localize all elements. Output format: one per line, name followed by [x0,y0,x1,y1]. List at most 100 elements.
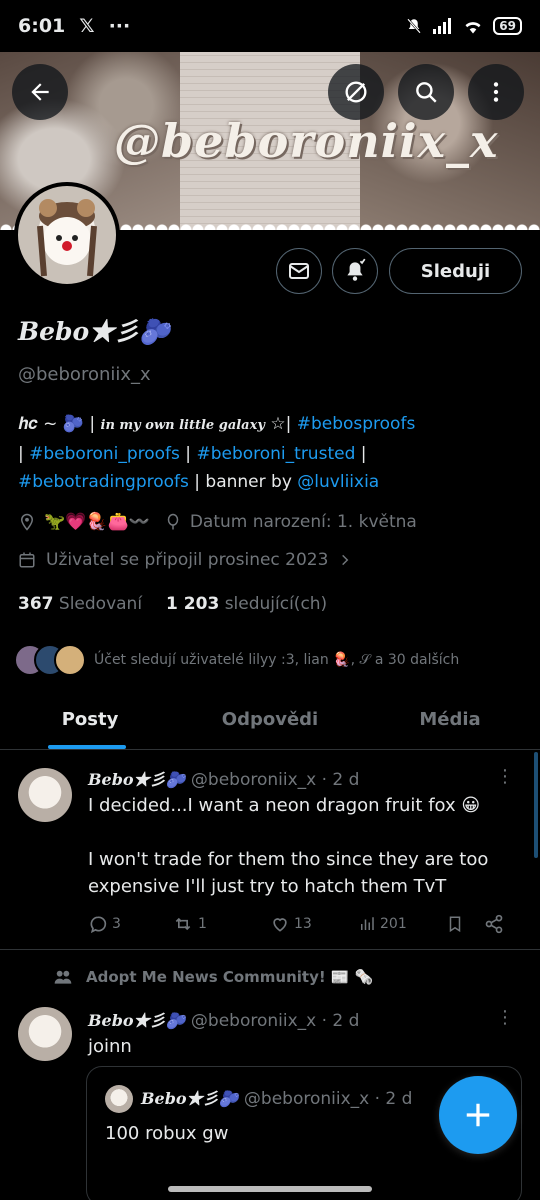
bio-separator: | [355,444,367,464]
bell-plus-icon [347,258,366,281]
display-name: 𝑩𝒆𝒃𝒐★彡🫐 [18,317,171,346]
avatar-art [37,199,97,277]
tab-label: Média [419,709,481,730]
search-button[interactable] [398,64,454,120]
battery-icon: 69 [493,17,522,35]
mention-link[interactable]: @luvliixia [297,472,379,492]
bio-prefix: 𝒉𝒄 ~ 🫐 | [18,414,101,434]
profile-avatar[interactable] [14,182,120,288]
followed-by-row[interactable]: Účet sledují uživatelé lilyy :3, lian 🪼,… [14,644,459,676]
tab-media[interactable]: Média [360,690,540,749]
more-vertical-icon [493,82,499,102]
bio-star: ☆| [264,414,297,434]
active-tab-indicator [48,745,126,749]
like-count: 13 [294,916,312,932]
followers-count: 1 203 [166,594,220,614]
tweet-more-button[interactable]: ⋮ [496,766,514,787]
community-icon [54,970,72,984]
profile-meta-row: 🦖💗🪼👛〰️ Datum narození: 1. května [18,512,417,532]
tweet-time: · 2 d [321,770,360,790]
plus-icon [466,1103,490,1127]
tweet-text: I won't trade for them tho since they ar… [88,849,489,897]
followers-label: sledující(ch) [224,594,328,614]
tweet-time: · 2 d [321,1011,360,1031]
balloon-icon [167,513,179,530]
repost-count: 1 [198,916,207,932]
envelope-icon [289,263,309,279]
tweet-text: joinn [88,1036,132,1057]
profile-bio: 𝒉𝒄 ~ 🫐 | 𝒊𝒏 𝒎𝒚 𝒐𝒘𝒏 𝒍𝒊𝒕𝒕𝒍𝒆 𝒈𝒂𝒍𝒂𝒙𝒚 ☆| #beb… [18,410,523,496]
hashtag-link[interactable]: #bebotradingproofs [18,472,189,492]
more-notifications-icon: ··· [108,15,131,37]
repost-icon [175,917,191,931]
following-stat[interactable]: 367 Sledovaní [18,594,142,614]
hashtag-link[interactable]: #bebosproofs [297,414,416,434]
avatar[interactable] [18,1007,72,1061]
tweet-author-name[interactable]: 𝑩𝒆𝒃𝒐★彡🫐 [88,1011,186,1030]
notifications-button[interactable] [332,248,378,294]
reply-icon [90,916,107,934]
followed-by-text: Účet sledují uživatelé lilyy :3, lian 🪼,… [94,652,460,668]
signal-icon [433,18,452,34]
x-app-icon: 𝕏 [79,15,95,37]
share-button[interactable] [484,914,504,934]
share-icon [485,914,503,934]
community-context[interactable]: Adopt Me News Community! 📰 🗞️ [52,967,374,987]
bio-fancy-text: 𝒊𝒏 𝒎𝒚 𝒐𝒘𝒏 𝒍𝒊𝒕𝒕𝒍𝒆 𝒈𝒂𝒍𝒂𝒙𝒚 [100,418,265,433]
tweet[interactable]: 𝑩𝒆𝒃𝒐★彡🫐 @beboroniix_x · 2 d ⋮ I decided.… [0,752,540,950]
profile-tabs: Posty Odpovědi Média [0,690,540,750]
chevron-right-icon [342,554,349,566]
tab-posts[interactable]: Posty [0,690,180,749]
following-count: 367 [18,594,54,614]
back-button[interactable] [12,64,68,120]
gesture-nav-bar[interactable] [168,1186,372,1192]
compose-button[interactable] [439,1076,517,1154]
follow-stats: 367 Sledovaní 1 203 sledující(ch) [18,594,327,614]
more-options-button[interactable] [468,64,524,120]
tweet-author-handle: @beboroniix_x [190,1011,317,1031]
wifi-icon [465,22,481,34]
profile-handle: @beboroniix_x [18,364,151,385]
translate-off-button[interactable] [328,64,384,120]
tweet-author-handle: @beboroniix_x [190,770,317,790]
bookmark-button[interactable] [446,914,484,934]
tweet-author-name[interactable]: 𝑩𝒆𝒃𝒐★彡🫐 [88,770,186,789]
following-label: Sledovaní [58,594,143,614]
tab-label: Odpovědi [221,709,319,730]
avatar[interactable] [18,768,72,822]
quoted-tweet-header: 𝑩𝒆𝒃𝒐★彡🫐 @beboroniix_x · 2 d [141,1085,412,1109]
followers-stat[interactable]: 1 203 sledující(ch) [166,594,327,614]
profile-location: 🦖💗🪼👛〰️ [44,512,150,532]
status-bar: 6:01 𝕏 ··· 69 [0,0,540,52]
avatar [54,644,86,676]
tweet-header: 𝑩𝒆𝒃𝒐★彡🫐 @beboroniix_x · 2 d [88,766,359,790]
tweet-actions: 3 1 13 201 [88,914,518,934]
views-button[interactable]: 201 [358,915,446,933]
mute-icon [407,18,422,34]
tab-label: Posty [61,709,119,730]
hashtag-link[interactable]: #beboroni_trusted [196,444,355,464]
profile-joined-row[interactable]: Uživatel se připojil prosinec 2023 [18,550,352,570]
avatar [105,1085,133,1113]
tweet-more-button[interactable]: ⋮ [496,1007,514,1028]
community-name: Adopt Me News Community! 📰 🗞️ [86,968,374,986]
tweet-text: I decided...I want a neon dragon fruit f… [88,795,481,816]
like-button[interactable]: 13 [270,914,358,934]
bookmark-icon [449,916,461,933]
view-count: 201 [380,916,407,932]
quoted-author-handle: @beboroniix_x [243,1089,370,1109]
following-button[interactable]: Sleduji [389,248,522,294]
hashtag-link[interactable]: #beboroni_proofs [29,444,180,464]
tab-replies[interactable]: Odpovědi [180,690,360,749]
banner-title: @beboroniix_x [114,114,499,168]
message-button[interactable] [276,248,322,294]
quoted-tweet-time: · 2 d [374,1089,413,1109]
reply-button[interactable]: 3 [88,914,172,934]
quoted-author-name: 𝑩𝒆𝒃𝒐★彡🫐 [141,1089,239,1108]
search-icon [416,82,437,103]
bio-separator: | [18,444,30,464]
eye-slash-icon [345,81,367,103]
status-time: 6:01 [18,15,66,37]
heart-icon [273,918,287,932]
repost-button[interactable]: 1 [172,914,270,934]
